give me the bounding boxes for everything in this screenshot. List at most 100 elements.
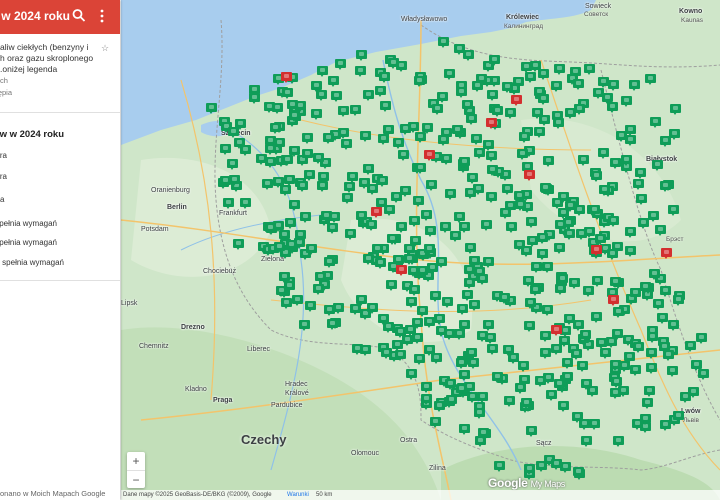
station-marker[interactable] <box>652 160 663 171</box>
station-marker-failed[interactable] <box>396 265 407 276</box>
station-marker[interactable] <box>452 125 463 136</box>
station-marker[interactable] <box>492 106 503 117</box>
station-marker[interactable] <box>657 313 668 324</box>
station-marker[interactable] <box>388 58 399 69</box>
station-marker[interactable] <box>285 218 296 229</box>
station-marker[interactable] <box>297 181 308 192</box>
station-marker[interactable] <box>505 108 516 119</box>
station-marker[interactable] <box>613 436 624 447</box>
station-marker[interactable] <box>360 345 371 356</box>
station-marker[interactable] <box>636 194 647 205</box>
station-marker[interactable] <box>473 184 484 195</box>
station-marker[interactable] <box>502 82 513 93</box>
station-marker[interactable] <box>526 217 537 228</box>
station-marker[interactable] <box>660 136 671 147</box>
map-canvas[interactable]: Kowno Kaunas Sowieck Советск Królewiec К… <box>121 0 720 500</box>
station-marker[interactable] <box>474 267 485 278</box>
station-marker[interactable] <box>642 398 653 409</box>
station-marker[interactable] <box>487 344 498 355</box>
station-marker[interactable] <box>421 394 432 405</box>
station-marker[interactable] <box>630 288 641 299</box>
station-marker[interactable] <box>442 297 453 308</box>
station-marker[interactable] <box>414 76 425 87</box>
station-marker[interactable] <box>444 69 455 80</box>
station-marker[interactable] <box>302 133 313 144</box>
station-marker[interactable] <box>276 286 287 297</box>
station-marker[interactable] <box>313 153 324 164</box>
station-marker[interactable] <box>589 419 600 430</box>
station-marker[interactable] <box>471 134 482 145</box>
station-marker[interactable] <box>356 295 367 306</box>
station-marker[interactable] <box>456 87 467 98</box>
station-marker[interactable] <box>344 182 355 193</box>
station-marker[interactable] <box>486 192 497 203</box>
station-marker[interactable] <box>421 382 432 393</box>
layer-title[interactable]: aliw w 2024 roku <box>0 129 64 140</box>
station-marker[interactable] <box>478 428 489 439</box>
station-marker[interactable] <box>525 298 536 309</box>
station-marker[interactable] <box>438 135 449 146</box>
station-marker[interactable] <box>335 59 346 70</box>
station-marker[interactable] <box>489 55 500 66</box>
station-marker[interactable] <box>270 123 281 134</box>
station-marker[interactable] <box>422 123 433 134</box>
station-marker[interactable] <box>600 348 611 359</box>
station-marker[interactable] <box>227 159 238 170</box>
station-marker[interactable] <box>551 81 562 92</box>
station-marker[interactable] <box>608 80 619 91</box>
station-marker[interactable] <box>540 183 551 194</box>
station-marker[interactable] <box>483 140 494 151</box>
station-marker[interactable] <box>532 108 543 119</box>
station-marker[interactable] <box>363 164 374 175</box>
station-marker[interactable] <box>524 321 535 332</box>
station-marker[interactable] <box>552 198 563 209</box>
station-marker[interactable] <box>434 314 445 325</box>
station-marker[interactable] <box>551 344 562 355</box>
station-marker[interactable] <box>464 382 475 393</box>
station-marker[interactable] <box>405 325 416 336</box>
station-marker[interactable] <box>457 304 468 315</box>
station-marker[interactable] <box>404 244 415 255</box>
station-marker[interactable] <box>645 74 656 85</box>
station-marker[interactable] <box>599 185 610 196</box>
station-marker[interactable] <box>459 157 470 168</box>
station-marker[interactable] <box>375 258 386 269</box>
station-marker[interactable] <box>573 467 584 478</box>
station-marker[interactable] <box>324 257 335 268</box>
station-marker[interactable] <box>660 420 671 431</box>
station-marker[interactable] <box>417 266 428 277</box>
station-marker[interactable] <box>635 168 646 179</box>
station-marker[interactable] <box>625 246 636 257</box>
station-marker[interactable] <box>311 109 322 120</box>
station-marker[interactable] <box>313 284 324 295</box>
station-marker[interactable] <box>563 218 574 229</box>
station-marker[interactable] <box>542 262 553 273</box>
station-marker[interactable] <box>462 100 473 111</box>
station-marker[interactable] <box>477 392 488 403</box>
station-marker[interactable] <box>463 50 474 61</box>
legend-item[interactable]: ra <box>0 151 7 160</box>
station-marker[interactable] <box>618 386 629 397</box>
station-marker[interactable] <box>341 139 352 150</box>
station-marker[interactable] <box>413 196 424 207</box>
legend-item[interactable]: ra <box>0 172 7 181</box>
station-marker-failed[interactable] <box>486 118 497 129</box>
station-marker[interactable] <box>469 300 480 311</box>
station-marker[interactable] <box>359 178 370 189</box>
more-vert-icon[interactable] <box>97 8 107 24</box>
station-marker[interactable] <box>434 401 445 412</box>
station-marker[interactable] <box>607 102 618 113</box>
station-marker[interactable] <box>327 319 338 330</box>
station-marker[interactable] <box>646 348 657 359</box>
station-marker[interactable] <box>673 411 684 422</box>
station-marker[interactable] <box>228 127 239 138</box>
station-marker[interactable] <box>450 231 461 242</box>
station-marker[interactable] <box>395 350 406 361</box>
station-marker[interactable] <box>481 220 492 231</box>
station-marker[interactable] <box>685 341 696 352</box>
station-marker[interactable] <box>531 262 542 273</box>
station-marker[interactable] <box>517 149 528 160</box>
station-marker[interactable] <box>328 76 339 87</box>
station-marker[interactable] <box>273 177 284 188</box>
station-marker[interactable] <box>591 312 602 323</box>
